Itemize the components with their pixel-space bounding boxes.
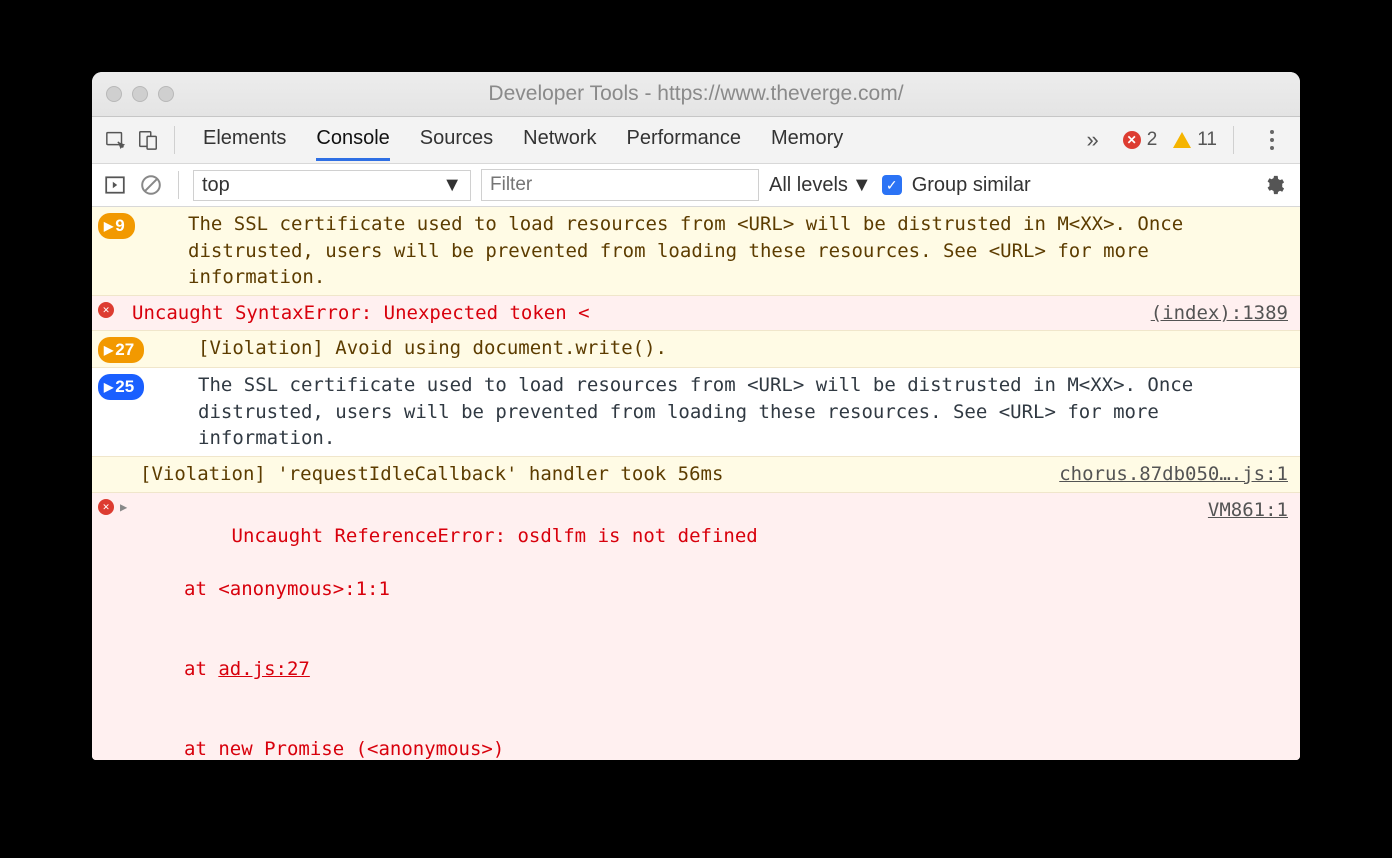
console-row[interactable]: ✕ Uncaught SyntaxError: Unexpected token… — [92, 296, 1300, 332]
panel-tabs: Elements Console Sources Network Perform… — [185, 119, 843, 161]
clear-console-icon[interactable] — [138, 169, 164, 201]
context-value: top — [202, 174, 230, 197]
tab-sources[interactable]: Sources — [420, 119, 493, 161]
count-pill[interactable]: ▶ 9 — [98, 213, 135, 239]
window-title: Developer Tools - https://www.theverge.c… — [92, 82, 1300, 106]
console-row[interactable]: ✕ ▶ Uncaught ReferenceError: osdlfm is n… — [92, 493, 1300, 760]
more-tabs-icon[interactable] — [1086, 127, 1098, 153]
source-link[interactable]: (index):1389 — [1135, 300, 1288, 327]
levels-label: All levels — [769, 174, 848, 197]
settings-menu-icon[interactable] — [1260, 128, 1284, 152]
console-row[interactable]: ▶ 9 The SSL certificate used to load res… — [92, 207, 1300, 296]
source-link[interactable]: VM861:1 — [1192, 497, 1288, 524]
console-row[interactable]: [Violation] 'requestIdleCallback' handle… — [92, 457, 1300, 493]
levels-select[interactable]: All levels ▼ — [769, 174, 872, 197]
chevron-down-icon: ▼ — [852, 174, 872, 197]
message-text: The SSL certificate used to load resourc… — [188, 211, 1288, 291]
filter-input[interactable] — [481, 169, 759, 201]
message-text: The SSL certificate used to load resourc… — [198, 372, 1288, 452]
divider — [1233, 126, 1234, 154]
count-pill[interactable]: ▶ 27 — [98, 337, 144, 363]
console-toolbar: top ▼ All levels ▼ ✓ Group similar — [92, 164, 1300, 207]
device-toolbar-icon[interactable] — [132, 124, 164, 156]
devtools-tabstrip: Elements Console Sources Network Perform… — [92, 117, 1300, 164]
row-gutter: ✕ ▶ — [98, 497, 140, 516]
minimize-icon[interactable] — [132, 86, 148, 102]
toggle-sidebar-icon[interactable] — [102, 169, 128, 201]
warning-badge-icon[interactable] — [1173, 132, 1191, 148]
divider — [174, 126, 175, 154]
gear-icon[interactable] — [1258, 169, 1290, 201]
devtools-window: Developer Tools - https://www.theverge.c… — [92, 72, 1300, 760]
expand-icon: ▶ — [104, 218, 113, 235]
error-icon: ✕ — [98, 499, 114, 515]
row-gutter: ▶ 25 — [98, 372, 198, 400]
warning-count[interactable]: 11 — [1197, 129, 1217, 151]
chevron-down-icon: ▼ — [442, 174, 462, 197]
row-gutter: ✕ — [98, 300, 132, 318]
context-select[interactable]: top ▼ — [193, 170, 471, 201]
console-row[interactable]: ▶ 27 [Violation] Avoid using document.wr… — [92, 331, 1300, 368]
group-similar-checkbox[interactable]: ✓ — [882, 175, 902, 195]
expand-icon: ▶ — [104, 379, 113, 396]
titlebar: Developer Tools - https://www.theverge.c… — [92, 72, 1300, 117]
error-icon: ✕ — [98, 302, 114, 318]
group-similar-label: Group similar — [912, 174, 1031, 197]
row-gutter: ▶ 27 — [98, 335, 198, 363]
error-badge-icon[interactable]: ✕ — [1123, 131, 1141, 149]
message-text: [Violation] Avoid using document.write()… — [198, 335, 1288, 362]
divider — [178, 171, 179, 199]
message-text: Uncaught ReferenceError: osdlfm is not d… — [140, 497, 1192, 760]
zoom-icon[interactable] — [158, 86, 174, 102]
console-body[interactable]: ▶ 9 The SSL certificate used to load res… — [92, 207, 1300, 760]
tab-performance[interactable]: Performance — [627, 119, 742, 161]
inspect-element-icon[interactable] — [100, 124, 132, 156]
tab-memory[interactable]: Memory — [771, 119, 843, 161]
message-text: Uncaught SyntaxError: Unexpected token < — [132, 300, 1135, 327]
tab-network[interactable]: Network — [523, 119, 596, 161]
source-link[interactable]: chorus.87db050….js:1 — [1043, 461, 1288, 488]
message-text: [Violation] 'requestIdleCallback' handle… — [140, 461, 1043, 488]
tab-elements[interactable]: Elements — [203, 119, 286, 161]
traffic-lights — [92, 86, 174, 102]
count-pill[interactable]: ▶ 25 — [98, 374, 144, 400]
close-icon[interactable] — [106, 86, 122, 102]
error-count[interactable]: 2 — [1147, 129, 1158, 151]
row-gutter: ▶ 9 — [98, 211, 188, 239]
row-gutter — [98, 461, 140, 463]
expand-icon[interactable]: ▶ — [120, 499, 127, 516]
console-row[interactable]: ▶ 25 The SSL certificate used to load re… — [92, 368, 1300, 457]
expand-icon: ▶ — [104, 342, 113, 359]
tab-console[interactable]: Console — [316, 119, 389, 161]
